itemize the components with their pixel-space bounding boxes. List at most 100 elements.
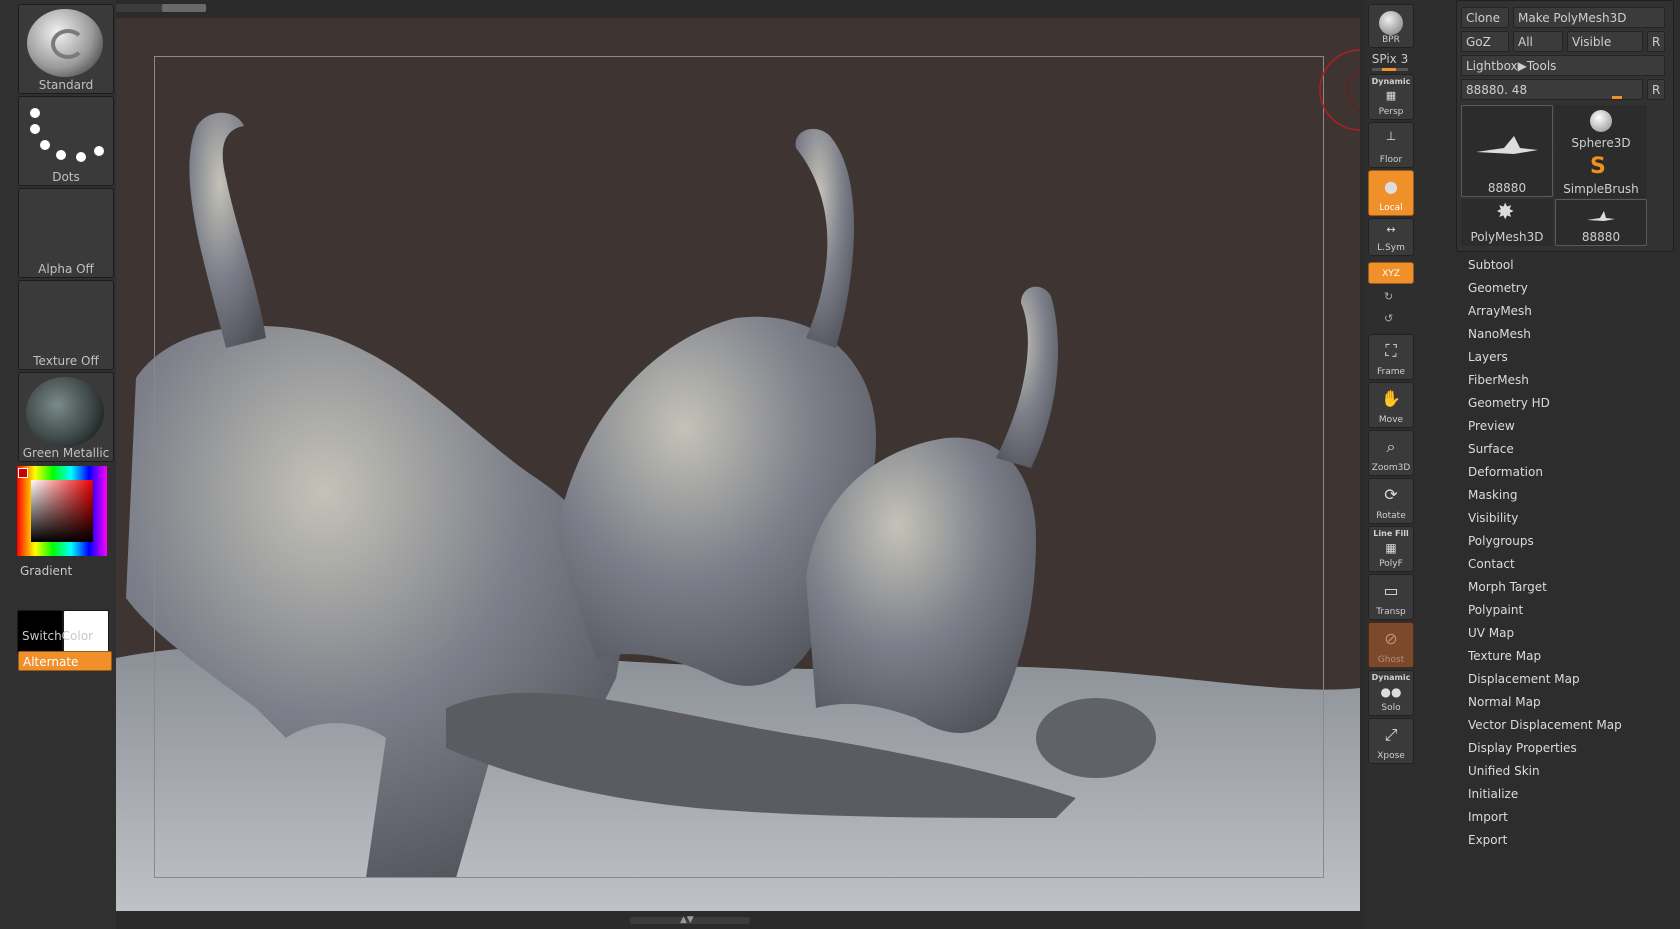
menu-item-polygroups[interactable]: Polygroups <box>1468 534 1534 548</box>
switch-color-button[interactable]: SwitchColor <box>18 626 112 646</box>
document-canvas[interactable] <box>116 18 1360 911</box>
move-button[interactable]: ✋ Move <box>1368 382 1414 428</box>
material-sphere-icon <box>26 377 104 447</box>
menu-item-deformation[interactable]: Deformation <box>1468 465 1543 479</box>
brush-label: Standard <box>38 78 94 92</box>
ghost-button[interactable]: ⊘ Ghost <box>1368 622 1414 668</box>
menu-item-surface[interactable]: Surface <box>1468 442 1514 456</box>
floor-button[interactable]: ⊥ Floor <box>1368 122 1414 168</box>
stroke-selector[interactable]: Dots <box>18 96 114 186</box>
menu-item-displacement-map[interactable]: Displacement Map <box>1468 672 1580 686</box>
dynamic-label: Dynamic <box>1371 77 1411 86</box>
polyf-button[interactable]: Line Fill ▦ PolyF <box>1368 526 1414 572</box>
floor-icon: ⊥ <box>1385 129 1397 143</box>
document-frame <box>154 56 1324 878</box>
spix-slider[interactable]: SPix 3 <box>1364 52 1416 66</box>
menu-item-geometry[interactable]: Geometry <box>1468 281 1528 295</box>
xpose-icon: ⤢ <box>1384 725 1398 744</box>
lsym-button[interactable]: ↔ L.Sym <box>1368 218 1414 256</box>
menu-item-nanomesh[interactable]: NanoMesh <box>1468 327 1531 341</box>
rotate-label: Rotate <box>1376 511 1406 521</box>
r2-button[interactable]: R <box>1647 79 1665 100</box>
rotate-button[interactable]: ⟳ Rotate <box>1368 478 1414 524</box>
solo-label: Solo <box>1381 703 1401 713</box>
bottom-scroll-handle[interactable]: ▲▼ <box>630 915 750 925</box>
menu-item-masking[interactable]: Masking <box>1468 488 1517 502</box>
small-tool-label: 88880 <box>1581 230 1621 244</box>
menu-item-visibility[interactable]: Visibility <box>1468 511 1518 525</box>
current-tool-thumb[interactable]: 88880 <box>1461 105 1553 197</box>
make-polymesh-button[interactable]: Make PolyMesh3D <box>1513 7 1665 28</box>
menu-item-subtool[interactable]: Subtool <box>1468 258 1514 272</box>
tool-panel: Clone Make PolyMesh3D GoZ All Visible R … <box>1416 0 1680 929</box>
menu-item-layers[interactable]: Layers <box>1468 350 1508 364</box>
sphere3d-thumb[interactable]: Sphere3D <box>1555 105 1647 152</box>
menu-item-display-properties[interactable]: Display Properties <box>1468 741 1577 755</box>
dots-stroke-icon <box>30 108 104 162</box>
menu-item-normal-map[interactable]: Normal Map <box>1468 695 1541 709</box>
rotation-gizmo-icon[interactable] <box>1216 40 1360 136</box>
local-transform-icon: ● <box>1384 177 1398 196</box>
frame-button[interactable]: ⛶ Frame <box>1368 334 1414 380</box>
polymesh-star-icon: ✸ <box>1496 200 1515 225</box>
polymesh3d-thumb[interactable]: ✸ PolyMesh3D <box>1461 199 1553 246</box>
transp-label: Transp <box>1376 607 1406 617</box>
brush-selector[interactable]: Standard <box>18 4 114 94</box>
texture-selector[interactable]: Texture Off <box>18 280 114 370</box>
xyz-button[interactable]: XYZ <box>1368 262 1414 284</box>
clone-button[interactable]: Clone <box>1461 7 1509 28</box>
menu-item-preview[interactable]: Preview <box>1468 419 1515 433</box>
rotate-y-icon[interactable]: ↻ <box>1384 290 1393 303</box>
menu-item-initialize[interactable]: Initialize <box>1468 787 1518 801</box>
persp-button[interactable]: Dynamic ▦ Persp <box>1368 74 1414 120</box>
alternate-button[interactable]: Alternate <box>18 651 112 671</box>
rotate-z-icon[interactable]: ↺ <box>1384 312 1393 325</box>
spix-slider-track[interactable] <box>1372 68 1408 71</box>
material-selector[interactable]: Green Metallic <box>18 372 114 462</box>
transparency-icon: ▭ <box>1383 581 1399 600</box>
alpha-selector[interactable]: Alpha Off <box>18 188 114 278</box>
menu-item-contact[interactable]: Contact <box>1468 557 1515 571</box>
all-button[interactable]: All <box>1513 31 1563 52</box>
xpose-button[interactable]: ⤢ Xpose <box>1368 718 1414 764</box>
menu-item-vector-displacement-map[interactable]: Vector Displacement Map <box>1468 718 1622 732</box>
top-scroll-track[interactable] <box>116 4 206 12</box>
tool-slider[interactable]: 88880. 48 <box>1461 79 1643 100</box>
xpose-label: Xpose <box>1377 751 1405 761</box>
material-label: Green Metallic <box>22 446 110 460</box>
ghost-label: Ghost <box>1377 655 1405 665</box>
zoom3d-button[interactable]: ⌕ Zoom3D <box>1368 430 1414 476</box>
menu-item-fibermesh[interactable]: FiberMesh <box>1468 373 1529 387</box>
solo-icon: ●● <box>1380 685 1402 699</box>
goz-button[interactable]: GoZ <box>1461 31 1509 52</box>
menu-item-texture-map[interactable]: Texture Map <box>1468 649 1541 663</box>
spix-slider-fill <box>1382 68 1396 71</box>
lightbox-tools-button[interactable]: Lightbox▶Tools <box>1461 55 1665 76</box>
local-button[interactable]: ● Local <box>1368 170 1414 216</box>
menu-item-uv-map[interactable]: UV Map <box>1468 626 1514 640</box>
menu-item-geometry-hd[interactable]: Geometry HD <box>1468 396 1550 410</box>
move-label: Move <box>1378 415 1404 425</box>
menu-item-morph-target[interactable]: Morph Target <box>1468 580 1547 594</box>
menu-item-export[interactable]: Export <box>1468 833 1507 847</box>
bpr-sphere-icon <box>1379 11 1403 35</box>
top-scroll-thumb[interactable] <box>162 4 206 12</box>
solo-button[interactable]: Dynamic ●● Solo <box>1368 670 1414 716</box>
local-label: Local <box>1379 203 1403 213</box>
menu-item-arraymesh[interactable]: ArrayMesh <box>1468 304 1532 318</box>
menu-item-import[interactable]: Import <box>1468 810 1508 824</box>
visible-button[interactable]: Visible <box>1567 31 1643 52</box>
simplebrush-label: SimpleBrush <box>1563 182 1639 196</box>
small-tool-thumb[interactable]: 88880 <box>1555 199 1647 246</box>
menu-item-unified-skin[interactable]: Unified Skin <box>1468 764 1540 778</box>
gradient-label[interactable]: Gradient <box>20 564 72 578</box>
bpr-button[interactable]: BPR <box>1368 4 1414 48</box>
simplebrush-thumb[interactable]: S SimpleBrush <box>1555 151 1647 198</box>
menu-item-polypaint[interactable]: Polypaint <box>1468 603 1523 617</box>
color-saturation-square[interactable] <box>31 480 93 542</box>
r-button[interactable]: R <box>1647 31 1665 52</box>
color-picker[interactable] <box>17 466 107 556</box>
small-mesh-icon <box>1587 211 1615 221</box>
right-shelf: BPR SPix 3 Dynamic ▦ Persp ⊥ Floor ● Loc… <box>1364 0 1416 929</box>
transp-button[interactable]: ▭ Transp <box>1368 574 1414 620</box>
